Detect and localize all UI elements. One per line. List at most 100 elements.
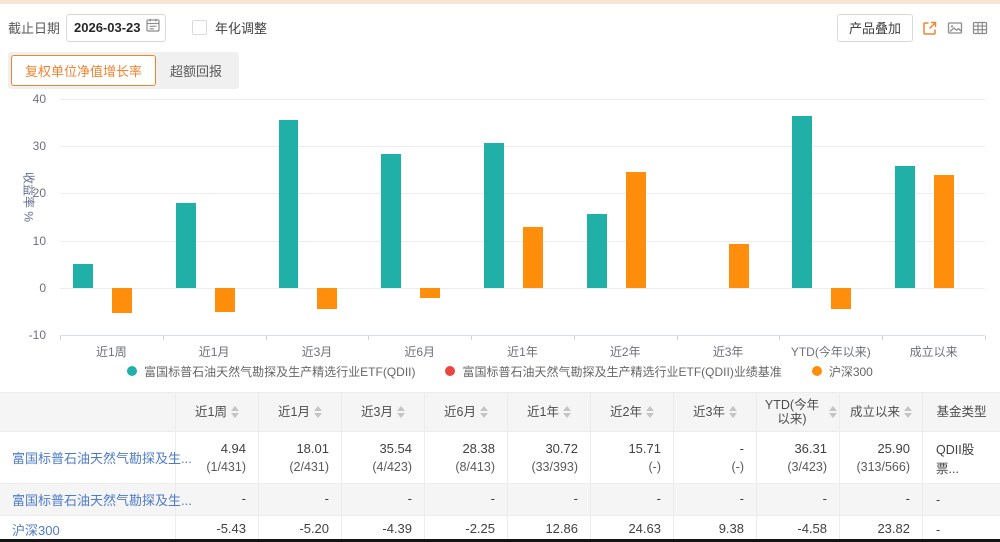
annualize-checkbox[interactable]: [192, 20, 207, 35]
legend-label: 富国标普石油天然气勘探及生产精选行业ETF(QDII): [144, 363, 415, 380]
rank-text: (4/423): [372, 459, 412, 477]
header-cell[interactable]: 近1周: [176, 393, 259, 431]
value-text: 23.82: [877, 519, 910, 539]
image-icon[interactable]: [947, 20, 963, 36]
value-text: 9.38: [719, 519, 744, 539]
header-cell[interactable]: 近1年: [508, 393, 591, 431]
y-tick-label: 40: [0, 92, 46, 106]
product-overlay-button[interactable]: 产品叠加: [837, 14, 913, 42]
sort-carets-icon[interactable]: [480, 406, 488, 418]
value-cell: -: [591, 484, 674, 515]
sort-carets-icon[interactable]: [397, 406, 405, 418]
x-category-label: 近1月: [163, 343, 266, 360]
sort-carets-icon[interactable]: [314, 406, 322, 418]
tab-adjusted-nav-growth[interactable]: 复权单位净值增长率: [11, 55, 156, 86]
fund-name-link[interactable]: 富国标普石油天然气勘探及生...: [12, 490, 192, 509]
chart-bar[interactable]: [831, 288, 851, 310]
table-header-row: 近1周近1月近3月 近6月 近1年近2年 近3年 YTD(今年以来) 成立以来 基金类型: [0, 393, 1000, 432]
tab-excess-return[interactable]: 超额回报: [156, 55, 236, 86]
chart-bar[interactable]: [792, 116, 812, 287]
sort-carets-icon[interactable]: [729, 406, 737, 418]
chart-bar[interactable]: [626, 172, 646, 288]
chart-bar[interactable]: [934, 175, 954, 287]
value-text: 12.86: [545, 519, 578, 539]
export-icon[interactable]: [922, 20, 938, 36]
chart-bar[interactable]: [381, 154, 401, 288]
chart-bar[interactable]: [729, 244, 749, 288]
value-cell: -(-): [674, 432, 757, 483]
x-category-label: 成立以来: [882, 343, 985, 360]
value-text: -: [740, 439, 744, 459]
fund-name-link[interactable]: 富国标普石油天然气勘探及生...: [12, 448, 192, 467]
value-text: -: [325, 489, 329, 509]
value-text: -: [408, 489, 412, 509]
value-text: -: [740, 489, 744, 509]
x-axis-tick: [677, 336, 678, 340]
chart-bar[interactable]: [317, 288, 337, 309]
value-text: -5.43: [216, 519, 246, 539]
date-picker[interactable]: [66, 14, 166, 42]
sort-carets-icon[interactable]: [646, 406, 654, 418]
legend-item[interactable]: 富国标普石油天然气勘探及生产精选行业ETF(QDII)业绩基准: [445, 363, 781, 380]
header-cell[interactable]: 近2年: [591, 393, 674, 431]
sort-carets-icon[interactable]: [231, 406, 239, 418]
sort-carets-icon[interactable]: [904, 406, 912, 418]
rank-text: (-): [649, 459, 662, 477]
chart-bar[interactable]: [484, 143, 504, 288]
header-cell[interactable]: 近6月: [425, 393, 508, 431]
value-cell: 30.72(33/393): [508, 432, 591, 483]
header-cell[interactable]: 近3年: [674, 393, 757, 431]
chart-bar[interactable]: [523, 227, 543, 288]
x-axis-tick: [266, 336, 267, 340]
header-label: 近6月: [444, 405, 476, 419]
table-row: 富国标普石油天然气勘探及生...----------: [0, 484, 1000, 516]
fund-name-link[interactable]: 沪深300: [12, 520, 60, 539]
sort-carets-icon[interactable]: [829, 406, 837, 418]
value-text: 35.54: [379, 439, 412, 459]
date-input[interactable]: [74, 20, 146, 35]
value-cell: 4.94(1/431): [176, 432, 259, 483]
rank-text: (2/431): [289, 459, 329, 477]
value-text: -: [657, 489, 661, 509]
y-gridline: [60, 193, 985, 194]
value-cell: -: [508, 484, 591, 515]
value-cell: -: [674, 484, 757, 515]
chart-bar[interactable]: [112, 288, 132, 314]
header-label: YTD(今年以来): [759, 398, 825, 427]
legend-item[interactable]: 富国标普石油天然气勘探及生产精选行业ETF(QDII): [127, 363, 415, 380]
header-label: 近3年: [693, 405, 725, 419]
value-cell: -: [840, 484, 923, 515]
header-name-column: [0, 393, 176, 431]
chart-bar[interactable]: [279, 120, 299, 288]
fund-comparison-page: 截止日期 年化调整 产品叠加 复权单位净值增长率 超额回报 403020100-…: [0, 0, 1000, 542]
value-text: 24.63: [628, 519, 661, 539]
fund-type-text: -: [936, 523, 940, 537]
header-cell[interactable]: 成立以来: [840, 393, 923, 431]
chart-bar[interactable]: [587, 214, 607, 288]
value-text: 4.94: [221, 439, 246, 459]
rank-text: (3/423): [787, 459, 827, 477]
table-icon[interactable]: [972, 20, 988, 36]
header-cell: 基金类型: [923, 393, 1000, 431]
x-category-label: YTD(今年以来): [779, 343, 882, 360]
chart-bar[interactable]: [73, 264, 93, 287]
chart-bar[interactable]: [176, 203, 196, 288]
legend-dot-icon: [445, 366, 455, 376]
calendar-icon: [146, 18, 160, 37]
chart-bar[interactable]: [215, 288, 235, 313]
header-label: 成立以来: [850, 405, 900, 419]
value-text: -5.20: [299, 519, 329, 539]
value-text: -: [906, 489, 910, 509]
table-row: 富国标普石油天然气勘探及生...4.94(1/431)18.01(2/431)3…: [0, 432, 1000, 484]
sort-carets-icon[interactable]: [563, 406, 571, 418]
chart-bar[interactable]: [420, 288, 440, 299]
x-category-label: 近2年: [574, 343, 677, 360]
value-cell: 25.90(313/566): [840, 432, 923, 483]
header-cell[interactable]: YTD(今年以来): [757, 393, 840, 431]
value-text: -: [823, 489, 827, 509]
chart-bar[interactable]: [895, 166, 915, 288]
header-cell[interactable]: 近1月: [259, 393, 342, 431]
header-cell[interactable]: 近3月: [342, 393, 425, 431]
value-cell: 15.71(-): [591, 432, 674, 483]
legend-item[interactable]: 沪深300: [812, 363, 873, 380]
